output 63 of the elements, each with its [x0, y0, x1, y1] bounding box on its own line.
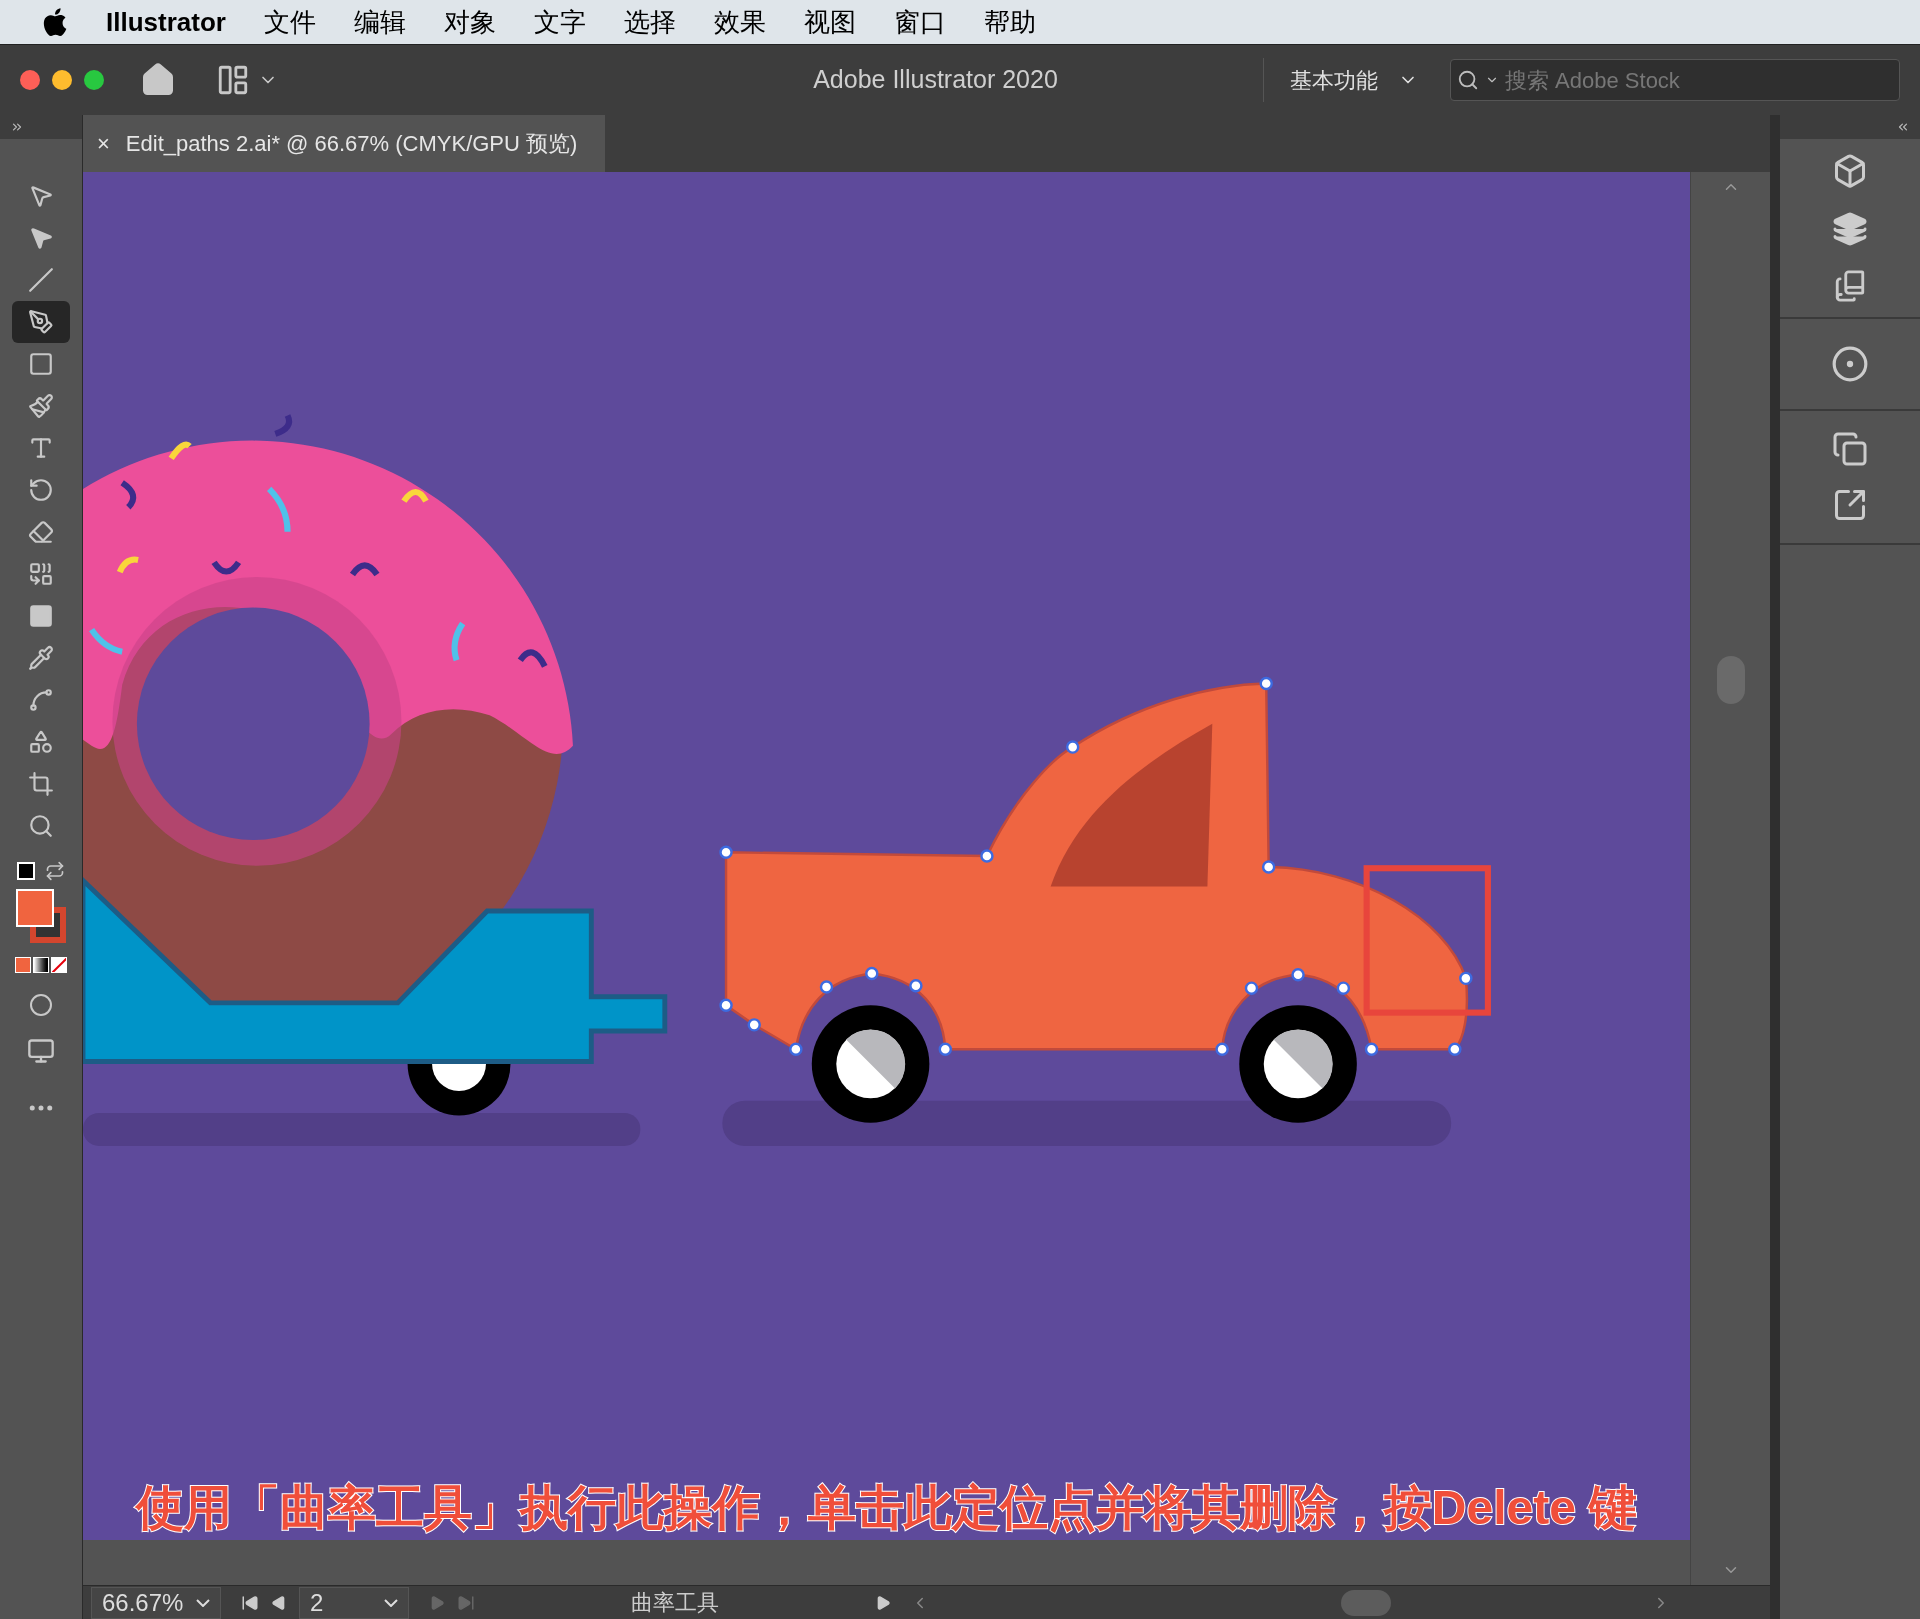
- circle-node-icon[interactable]: [1831, 345, 1869, 383]
- close-window-icon[interactable]: [20, 70, 40, 90]
- search-icon: [1457, 69, 1479, 91]
- home-icon[interactable]: [140, 62, 176, 98]
- workspace-dropdown[interactable]: 基本功能: [1263, 58, 1434, 102]
- menu-item[interactable]: 效果: [713, 2, 766, 42]
- expand-icon[interactable]: [10, 120, 24, 134]
- shapes-tool-icon: [28, 729, 54, 755]
- curvature-tool-icon: [28, 309, 54, 335]
- line-tool-icon: [28, 267, 54, 293]
- swap-icon[interactable]: [45, 861, 65, 881]
- search-field[interactable]: 搜索 Adobe Stock: [1505, 63, 1893, 97]
- menu-item[interactable]: 帮助: [983, 2, 1036, 42]
- zoom-window-icon[interactable]: [84, 70, 104, 90]
- layers-icon[interactable]: [1832, 211, 1868, 247]
- previous-artboard-icon[interactable]: [271, 1594, 287, 1611]
- tab-title: Edit_paths 2.ai* @ 66.67% (CMYK/GPU 预览): [125, 130, 578, 158]
- brush-tool-icon: [28, 393, 54, 419]
- tool-button[interactable]: [12, 301, 70, 343]
- draw-mode-icon[interactable]: [29, 993, 53, 1017]
- color-mode-icon[interactable]: [15, 957, 31, 973]
- menu-item[interactable]: 对象: [443, 2, 496, 42]
- chevron-down-icon[interactable]: [384, 1598, 398, 1607]
- rect-tool-icon: [28, 351, 54, 377]
- layout-icon[interactable]: [216, 63, 250, 97]
- chevron-down-icon[interactable]: [196, 1598, 210, 1607]
- none-mode-icon[interactable]: [51, 957, 67, 973]
- screen-mode-icon[interactable]: [27, 1037, 55, 1065]
- rotate-tool-icon: [28, 477, 54, 503]
- search-box[interactable]: 搜索 Adobe Stock: [1450, 59, 1900, 101]
- cube-icon[interactable]: [1832, 153, 1868, 189]
- type-tool-icon: [28, 435, 54, 461]
- menu-item[interactable]: 文件: [263, 2, 316, 42]
- default-colors-icon[interactable]: [17, 862, 35, 880]
- window-title: Adobe Illustrator 2020: [813, 64, 1058, 96]
- first-artboard-icon[interactable]: [241, 1593, 259, 1612]
- overlapping-squares-icon[interactable]: [1832, 431, 1868, 467]
- gradient-mode-icon[interactable]: [33, 957, 49, 973]
- scroll-thumb[interactable]: [1340, 1589, 1391, 1616]
- eyedropper-tool-icon: [28, 645, 54, 671]
- menu-item[interactable]: 文字: [533, 2, 586, 42]
- select-tool-icon: [28, 183, 54, 209]
- document-tab[interactable]: × Edit_paths 2.ai* @ 66.67% (CMYK/GPU 预览): [83, 115, 605, 172]
- status-menu-icon[interactable]: [875, 1594, 891, 1611]
- app-menu[interactable]: Illustrator: [106, 2, 226, 42]
- zoom-dropdown[interactable]: 66.67%: [91, 1586, 221, 1619]
- zoom-tool-icon: [28, 813, 54, 839]
- tab-close-button[interactable]: ×: [97, 127, 110, 160]
- menu-item[interactable]: 选择: [623, 2, 676, 42]
- collapse-icon[interactable]: [1896, 120, 1910, 134]
- current-tool-label: 曲率工具: [631, 1589, 719, 1617]
- menu-item[interactable]: 窗口: [893, 2, 946, 42]
- menu-item[interactable]: 视图: [803, 2, 856, 42]
- scroll-thumb[interactable]: [1716, 656, 1745, 704]
- eraser-tool-icon: [28, 519, 54, 545]
- caption: 使用「曲率工具」执行此操作，单击此定位点并将其删除，按Delete 键: [134, 1480, 1639, 1536]
- minimize-window-icon[interactable]: [52, 70, 72, 90]
- library-icon[interactable]: [1833, 269, 1867, 303]
- export-icon[interactable]: [1832, 487, 1868, 523]
- fill-stroke-swatch[interactable]: [16, 889, 66, 943]
- artboard-dropdown[interactable]: 2: [299, 1586, 409, 1619]
- direct-tool-icon: [28, 225, 54, 251]
- menu-item[interactable]: 编辑: [353, 2, 406, 42]
